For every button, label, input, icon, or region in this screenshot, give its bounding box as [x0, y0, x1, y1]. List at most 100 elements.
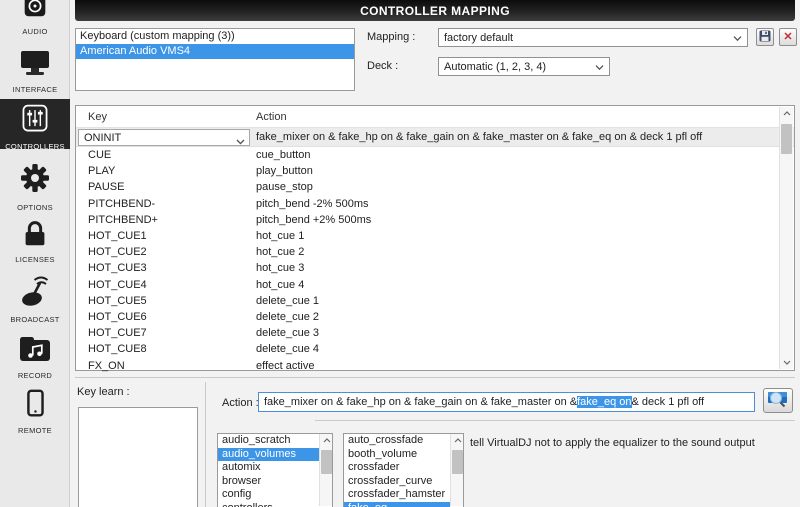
list-item[interactable]: automix [218, 461, 319, 475]
scroll-up-arrow-icon[interactable] [780, 107, 793, 120]
list-item[interactable]: audio_scratch [218, 434, 319, 448]
sidebar-item-options[interactable]: OPTIONS [0, 160, 70, 212]
chevron-down-icon [733, 32, 742, 44]
action-text: fake_mixer on & fake_hp on & fake_gain o… [264, 396, 577, 408]
chevron-down-icon [236, 136, 245, 148]
table-body: CUEcue_buttonPLAYplay_buttonPAUSEpause_s… [76, 147, 794, 374]
tablet-icon [19, 389, 51, 422]
deck-value: Automatic (1, 2, 3, 4) [444, 61, 546, 73]
sidebar-item-interface[interactable]: INTERFACE [0, 50, 70, 94]
key-cell: HOT_CUE1 [76, 230, 256, 242]
key-cell: CUE [76, 149, 256, 161]
divider [205, 382, 206, 507]
category-list-scrollbar[interactable] [319, 434, 332, 506]
table-row[interactable]: PLAYplay_button [76, 163, 794, 179]
key-cell: PITCHBEND+ [76, 214, 256, 226]
key-learn-list[interactable] [78, 407, 198, 507]
scroll-up-arrow-icon[interactable] [451, 434, 464, 447]
table-scrollbar[interactable] [779, 107, 793, 369]
sidebar-item-audio[interactable]: AUDIO [0, 0, 70, 36]
sidebar-item-controllers[interactable]: CONTROLLERS [0, 99, 70, 149]
action-cell: pitch_bend +2% 500ms [256, 214, 371, 226]
action-category-list[interactable]: audio_scratchaudio_volumesautomixbrowser… [217, 433, 333, 507]
action-cell: hot_cue 2 [256, 246, 304, 258]
table-row[interactable]: HOT_CUE5delete_cue 1 [76, 293, 794, 309]
action-cell: pause_stop [256, 181, 313, 193]
search-action-button[interactable] [763, 388, 793, 413]
key-learn-label: Key learn : [77, 386, 130, 398]
scrollbar-thumb[interactable] [781, 124, 792, 154]
sidebar-item-licenses[interactable]: LICENSES [0, 218, 70, 264]
action-list-scrollbar[interactable] [450, 434, 463, 506]
controller-mapping-screen: AUDIO INTERFACE CONTROLLERS OPTIONS LICE [0, 0, 800, 507]
sidebar-item-record[interactable]: RECORD [0, 334, 70, 380]
table-row[interactable]: HOT_CUE2hot_cue 2 [76, 244, 794, 260]
table-row[interactable]: HOT_CUE1hot_cue 1 [76, 228, 794, 244]
key-cell: FX_ON [76, 360, 256, 372]
list-item[interactable]: fake_eq [344, 502, 450, 507]
key-cell: HOT_CUE5 [76, 295, 256, 307]
divider [75, 377, 795, 378]
divider [315, 420, 795, 421]
sliders-icon [18, 103, 52, 138]
action-cell: hot_cue 1 [256, 230, 304, 242]
table-row[interactable]: PITCHBEND+pitch_bend +2% 500ms [76, 212, 794, 228]
action-cell: delete_cue 1 [256, 295, 319, 307]
key-column-header: Key [76, 111, 256, 123]
list-item[interactable]: controllers [218, 502, 319, 507]
table-row[interactable]: HOT_CUE3hot_cue 3 [76, 260, 794, 276]
table-header-row: Key Action [76, 106, 794, 128]
list-item[interactable]: crossfader_hamster [344, 488, 450, 502]
action-text-selected: fake_eq on [577, 396, 631, 408]
key-select[interactable]: ONINIT [78, 129, 250, 146]
key-mapping-table: Key Action ONINIT fake_mixer on & fake_h… [75, 105, 795, 371]
sidebar-item-label: CONTROLLERS [5, 142, 65, 151]
list-item[interactable]: crossfader_curve [344, 475, 450, 489]
speaker-icon [19, 0, 51, 23]
table-row[interactable]: PITCHBEND-pitch_bend -2% 500ms [76, 196, 794, 212]
deck-select[interactable]: Automatic (1, 2, 3, 4) [438, 57, 610, 76]
scroll-up-arrow-icon[interactable] [320, 434, 333, 447]
sidebar-item-broadcast[interactable]: BROADCAST [0, 275, 70, 324]
list-item[interactable]: browser [218, 475, 319, 489]
action-cell: delete_cue 2 [256, 311, 319, 323]
scrollbar-thumb[interactable] [321, 450, 332, 474]
sidebar-item-label: AUDIO [22, 27, 47, 36]
table-row[interactable]: HOT_CUE6delete_cue 2 [76, 309, 794, 325]
table-row-selected[interactable]: ONINIT fake_mixer on & fake_hp on & fake… [76, 128, 794, 147]
key-cell: PLAY [76, 165, 256, 177]
list-item[interactable]: config [218, 488, 319, 502]
controller-device-list[interactable]: Keyboard (custom mapping (3))American Au… [75, 28, 355, 91]
scrollbar-thumb[interactable] [452, 450, 463, 474]
list-item[interactable]: Keyboard (custom mapping (3)) [76, 29, 354, 44]
table-row[interactable]: CUEcue_button [76, 147, 794, 163]
table-row[interactable]: HOT_CUE8delete_cue 4 [76, 341, 794, 357]
save-mapping-button[interactable] [756, 28, 774, 46]
record-folder-icon [18, 334, 52, 367]
table-row[interactable]: HOT_CUE7delete_cue 3 [76, 325, 794, 341]
monitor-icon [18, 50, 52, 81]
action-cell: fake_mixer on & fake_hp on & fake_gain o… [256, 131, 702, 143]
table-row[interactable]: PAUSEpause_stop [76, 179, 794, 195]
action-cell: delete_cue 3 [256, 327, 319, 339]
action-input[interactable]: fake_mixer on & fake_hp on & fake_gain o… [258, 392, 755, 412]
list-item[interactable]: American Audio VMS4 [76, 44, 354, 59]
table-row[interactable]: HOT_CUE4hot_cue 4 [76, 277, 794, 293]
list-item[interactable]: crossfader [344, 461, 450, 475]
key-cell: HOT_CUE8 [76, 343, 256, 355]
sidebar-item-label: BROADCAST [10, 315, 59, 324]
sidebar-item-label: REMOTE [18, 426, 52, 435]
list-item[interactable]: booth_volume [344, 448, 450, 462]
broadcast-icon [18, 275, 52, 311]
mapping-select[interactable]: factory default [438, 28, 748, 47]
key-cell: PAUSE [76, 181, 256, 193]
sidebar-item-remote[interactable]: REMOTE [0, 389, 70, 435]
table-row[interactable]: FX_ONeffect active [76, 357, 794, 373]
list-item[interactable]: auto_crossfade [344, 434, 450, 448]
action-help-text: tell VirtualDJ not to apply the equalize… [470, 436, 790, 450]
sidebar-item-label: LICENSES [15, 255, 55, 264]
list-item[interactable]: audio_volumes [218, 448, 319, 462]
scroll-down-arrow-icon[interactable] [780, 356, 793, 369]
delete-mapping-button[interactable]: ✕ [779, 28, 797, 46]
action-name-list[interactable]: auto_crossfadebooth_volumecrossfadercros… [343, 433, 464, 507]
